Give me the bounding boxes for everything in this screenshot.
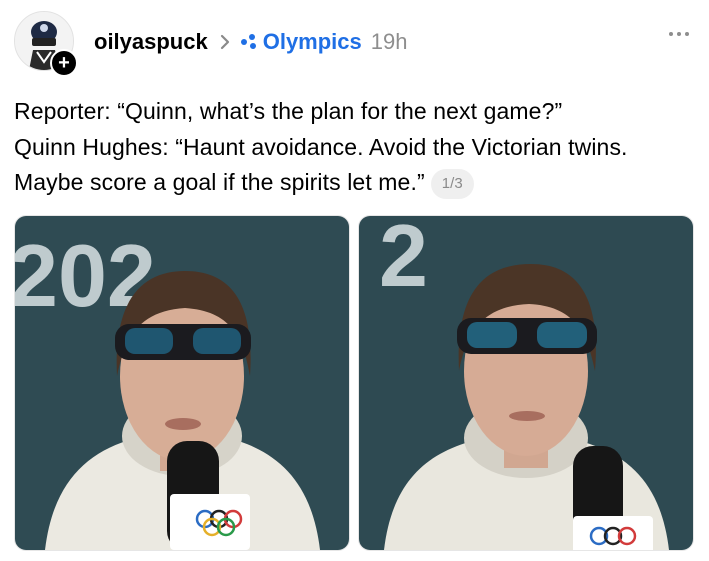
post-text-line: Quinn Hughes: “Haunt avoidance. Avoid th…: [14, 133, 628, 160]
post-text-line-with-indicator: Maybe score a goal if the spirits let me…: [14, 165, 704, 201]
page-indicator: 1/3: [430, 169, 474, 199]
post-header: oilyaspuck Olympics 19h: [94, 29, 407, 55]
post-text-line: Maybe score a goal if the spirits let me…: [14, 169, 425, 195]
backdrop-text: 2: [379, 216, 428, 305]
post-time: 19h: [370, 29, 408, 54]
chevron-right-icon: [220, 34, 230, 50]
username[interactable]: oilyaspuck: [94, 29, 208, 55]
post-text-line: Reporter: “Quinn, what’s the plan for th…: [14, 98, 563, 124]
post-photo-1[interactable]: 202: [14, 215, 350, 551]
community-link[interactable]: Olympics: [263, 29, 362, 55]
avatar[interactable]: +: [14, 11, 78, 77]
post-text: Reporter: “Quinn, what’s the plan for th…: [14, 94, 704, 201]
thread-post: + oilyaspuck Olympics 19h Reporter: “Qui…: [0, 0, 709, 561]
more-options-icon[interactable]: [669, 32, 689, 36]
follow-plus-icon[interactable]: +: [50, 49, 78, 77]
community-dots-icon: [240, 33, 258, 51]
post-photo-2[interactable]: 2: [358, 215, 694, 551]
